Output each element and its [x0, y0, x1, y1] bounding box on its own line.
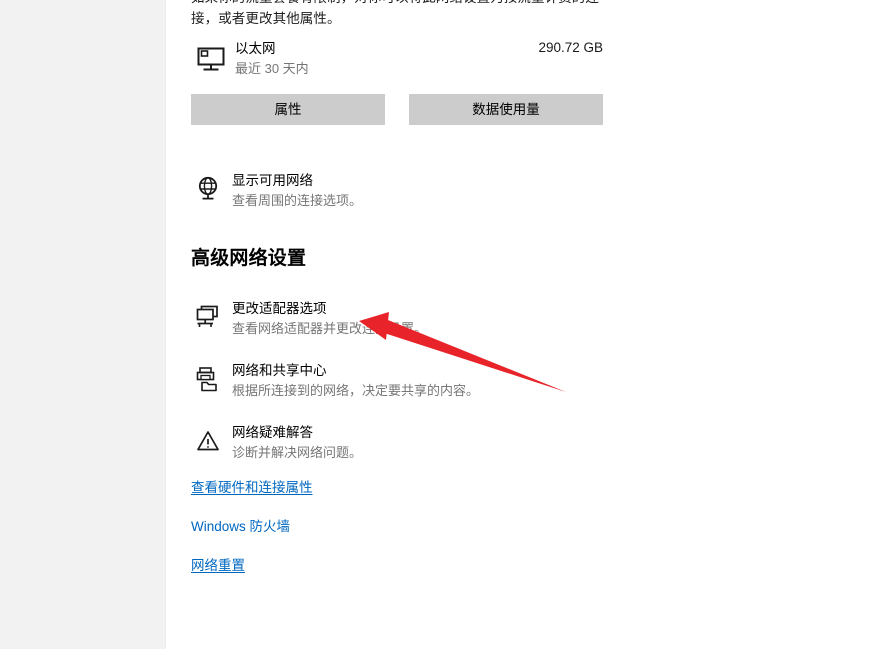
metered-connection-description: 如果你的流量套餐有限制，对你可以将此网络设置为按流量计费的连接，或者更改其他属性…: [191, 0, 599, 26]
show-available-networks-text: 显示可用网络 查看周围的连接选项。: [232, 171, 362, 211]
ethernet-usage-text: 以太网 最近 30 天内: [235, 39, 309, 79]
network-sharing-center-title: 网络和共享中心: [232, 363, 327, 378]
settings-sidebar: [0, 0, 166, 649]
data-usage-button[interactable]: 数据使用量: [409, 94, 603, 125]
network-sharing-center-text: 网络和共享中心 根据所连接到的网络，决定要共享的内容。: [232, 361, 479, 401]
change-adapter-icon: [193, 302, 223, 332]
ethernet-period: 最近 30 天内: [235, 61, 309, 76]
globe-network-icon: [193, 174, 223, 204]
network-troubleshooter-text: 网络疑难解答 诊断并解决网络问题。: [232, 423, 362, 463]
ethernet-name: 以太网: [235, 41, 276, 56]
show-available-networks-title: 显示可用网络: [232, 173, 313, 188]
network-troubleshooter-title: 网络疑难解答: [232, 425, 313, 440]
change-adapter-options-text: 更改适配器选项 查看网络适配器并更改连接设置。: [232, 299, 427, 339]
show-available-networks-subtitle: 查看周围的连接选项。: [232, 193, 363, 208]
network-troubleshooter-subtitle: 诊断并解决网络问题。: [232, 445, 363, 460]
change-adapter-options-subtitle: 查看网络适配器并更改连接设置。: [232, 321, 428, 336]
view-hardware-properties-link[interactable]: 查看硬件和连接属性: [191, 476, 313, 496]
network-sharing-center-subtitle: 根据所连接到的网络，决定要共享的内容。: [232, 383, 480, 398]
ethernet-usage-row: 以太网 最近 30 天内 290.72 GB: [191, 39, 603, 85]
properties-button[interactable]: 属性: [191, 94, 385, 125]
windows-firewall-link[interactable]: Windows 防火墙: [191, 515, 290, 535]
network-reset-link[interactable]: 网络重置: [191, 554, 245, 574]
ethernet-monitor-icon: [194, 42, 230, 78]
settings-window: 如果你的流量套餐有限制，对你可以将此网络设置为按流量计费的连接，或者更改其他属性…: [0, 0, 891, 649]
action-button-row: 属性 数据使用量: [191, 94, 603, 125]
sharing-center-icon: [193, 364, 223, 394]
advanced-network-settings-heading: 高级网络设置: [191, 248, 307, 269]
change-adapter-options-title: 更改适配器选项: [232, 301, 327, 316]
settings-content-pane: 如果你的流量套餐有限制，对你可以将此网络设置为按流量计费的连接，或者更改其他属性…: [166, 0, 891, 649]
ethernet-usage-amount: 290.72 GB: [538, 40, 603, 55]
warning-triangle-icon: [193, 426, 223, 456]
